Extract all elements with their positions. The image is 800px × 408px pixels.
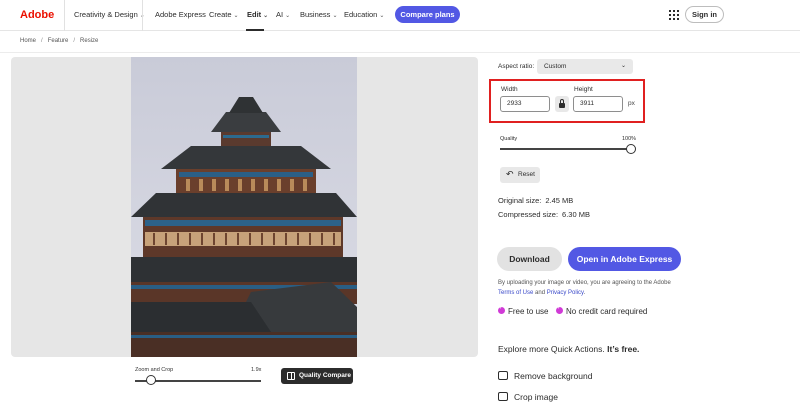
check-icon — [498, 305, 505, 315]
chevron-down-icon: ⌄ — [285, 13, 291, 19]
no-card-badge: No credit card required — [556, 305, 647, 316]
zoom-crop-label: Zoom and Crop — [135, 367, 174, 373]
breadcrumb-home[interactable]: Home — [20, 38, 36, 44]
lock-aspect-button[interactable] — [555, 96, 569, 112]
apps-grid-icon[interactable] — [669, 10, 679, 20]
nav-adobe-express[interactable]: Adobe Express — [155, 10, 206, 19]
top-nav: Adobe Creativity & Design⌄ Adobe Express… — [0, 0, 800, 31]
image-icon — [498, 371, 508, 381]
uploaded-photo[interactable] — [131, 57, 357, 357]
nav-ai[interactable]: AI ⌄ — [276, 10, 290, 19]
compressed-size: Compressed size: 6.30 MB — [498, 210, 590, 219]
quality-label: Quality — [500, 136, 518, 142]
open-in-express-button[interactable]: Open in Adobe Express — [568, 247, 681, 271]
compare-icon — [287, 372, 295, 380]
privacy-policy-link[interactable]: Privacy Policy — [547, 290, 584, 296]
width-input[interactable]: 2933 — [500, 96, 550, 112]
aspect-ratio-label: Aspect ratio: — [498, 63, 535, 70]
quality-slider-handle[interactable] — [626, 144, 636, 154]
undo-icon: ↶ — [506, 169, 514, 179]
chevron-down-icon: ⌄ — [263, 13, 269, 19]
nav-education[interactable]: Education ⌄ — [344, 10, 384, 19]
reset-button[interactable]: ↶ Reset — [500, 167, 540, 183]
check-icon — [556, 305, 563, 315]
terms-notice: By uploading your image or video, you ar… — [498, 280, 671, 296]
nav-divider — [64, 0, 65, 31]
zoom-value: 1.9x — [251, 367, 262, 373]
zoom-slider-handle[interactable] — [146, 375, 156, 385]
divider — [0, 52, 800, 53]
terms-of-use-link[interactable]: Terms of Use — [498, 290, 533, 296]
quick-actions-heading: Explore more Quick Actions. It’s free. — [498, 344, 640, 354]
nav-divider — [142, 0, 143, 31]
nav-business[interactable]: Business ⌄ — [300, 10, 337, 19]
download-button[interactable]: Download — [497, 247, 562, 271]
nav-creativity-design[interactable]: Creativity & Design⌄ — [74, 10, 145, 19]
quality-compare-button[interactable]: Quality Compare — [281, 368, 353, 384]
remove-background-link[interactable]: Remove background — [498, 371, 592, 381]
chevron-down-icon: ⌄ — [332, 13, 338, 19]
active-tab-indicator — [246, 29, 264, 31]
chevron-down-icon: ⌄ — [620, 63, 626, 69]
quality-value: 100% — [622, 136, 637, 142]
quality-slider-track[interactable] — [500, 148, 631, 150]
chevron-down-icon: ⌄ — [233, 13, 239, 19]
crop-icon — [498, 392, 508, 402]
height-label: Height — [574, 86, 593, 93]
sign-in-button[interactable]: Sign in — [685, 6, 724, 23]
width-label: Width — [501, 86, 518, 93]
chevron-down-icon: ⌄ — [379, 13, 385, 19]
aspect-ratio-select[interactable]: Custom ⌄ — [537, 59, 633, 74]
adobe-logo[interactable]: Adobe — [20, 9, 54, 21]
height-input[interactable]: 3911 — [573, 96, 623, 112]
nav-create[interactable]: Create ⌄ — [209, 10, 239, 19]
breadcrumb-resize: Resize — [80, 38, 99, 44]
free-badge: Free to use — [498, 305, 548, 316]
breadcrumb-feature[interactable]: Feature — [48, 38, 69, 44]
compare-plans-button[interactable]: Compare plans — [395, 6, 460, 23]
unit-label: px — [628, 100, 635, 107]
nav-edit[interactable]: Edit ⌄ — [247, 10, 268, 19]
breadcrumb: Home / Feature / Resize — [20, 38, 99, 44]
original-size: Original size: 2.45 MB — [498, 196, 574, 205]
crop-image-link[interactable]: Crop image — [498, 392, 558, 402]
